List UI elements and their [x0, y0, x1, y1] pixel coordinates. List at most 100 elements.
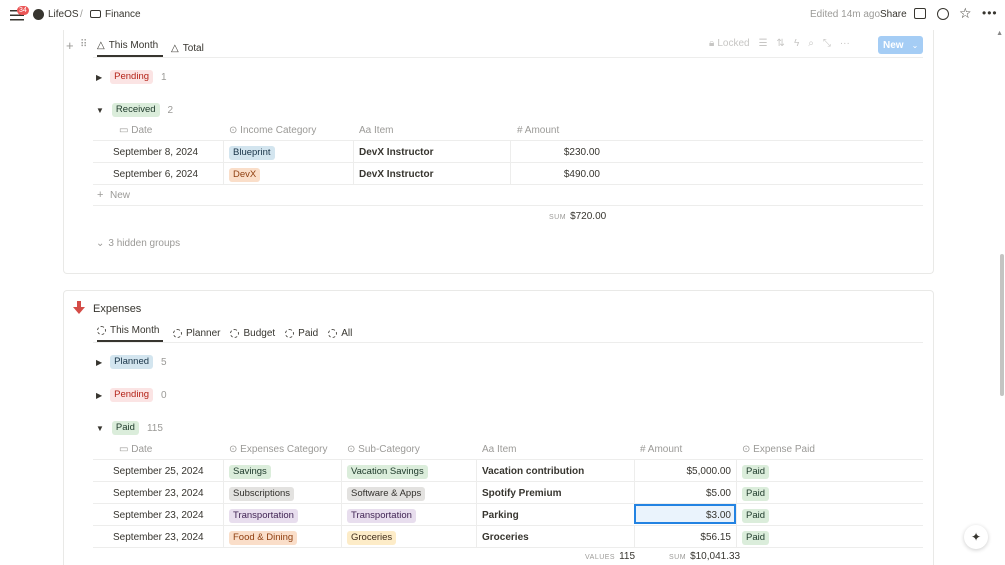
cell-sub-category[interactable]: Transportation — [347, 509, 416, 523]
tab-planner[interactable]: Planner — [173, 325, 220, 342]
filter-icon[interactable]: ☰ — [759, 38, 768, 49]
cell-category[interactable]: Transportation — [229, 509, 298, 523]
table-row[interactable]: September 23, 2024 Food & Dining Groceri… — [93, 526, 923, 548]
ai-sparkle-button[interactable]: ✦ — [964, 525, 988, 549]
cell-amount[interactable]: $490.00 — [510, 169, 600, 180]
cell-amount[interactable]: $5.00 — [634, 488, 731, 499]
drag-handle-icon[interactable]: ⠿ — [80, 39, 87, 50]
values-count[interactable]: VALUES 115 — [585, 551, 635, 562]
cell-item[interactable]: Vacation contribution — [482, 466, 584, 477]
tab-budget[interactable]: Budget — [230, 325, 275, 342]
table-row[interactable]: September 23, 2024 Transportation Transp… — [93, 504, 923, 526]
table-row[interactable]: September 6, 2024 DevX DevX Instructor $… — [93, 163, 923, 185]
group-pending-toggle[interactable]: ▶ Pending 0 — [96, 388, 167, 402]
cell-amount[interactable]: $56.15 — [634, 532, 731, 543]
locked-toggle[interactable]: 🔒︎ Locked — [709, 38, 750, 49]
view-icon — [97, 326, 106, 335]
cell-date[interactable]: September 6, 2024 — [113, 169, 198, 180]
automation-icon[interactable]: ϟ — [794, 38, 799, 49]
table-row[interactable]: September 25, 2024 Savings Vacation Savi… — [93, 460, 923, 482]
comment-icon[interactable] — [914, 8, 926, 19]
expenses-view-tabs: This Month Planner Budget Paid All — [97, 325, 352, 342]
cell-category[interactable]: DevX — [229, 168, 261, 182]
cell-expense-paid[interactable]: Paid — [742, 531, 770, 545]
table-row[interactable]: September 23, 2024 Subscriptions Softwar… — [93, 482, 923, 504]
tab-this-month[interactable]: △ This Month — [97, 40, 163, 57]
cell-item[interactable]: Groceries — [482, 532, 529, 543]
cell-category[interactable]: Subscriptions — [229, 487, 295, 501]
cell-category[interactable]: Blueprint — [229, 146, 275, 160]
col-income-category[interactable]: ⊙ Income Category — [229, 125, 316, 136]
triangle-icon: △ — [171, 43, 179, 54]
hidden-groups-toggle[interactable]: ⌄ 3 hidden groups — [96, 238, 180, 249]
cell-sub-category[interactable]: Software & Apps — [347, 487, 426, 501]
history-icon[interactable] — [937, 8, 949, 20]
cell-amount[interactable]: $5,000.00 — [634, 466, 732, 477]
cell-item[interactable]: Spotify Premium — [482, 488, 561, 499]
income-view-tabs: △ This Month △ Total — [97, 40, 204, 57]
star-icon[interactable]: ☆ — [959, 5, 972, 22]
scrollbar-thumb[interactable] — [1000, 254, 1004, 396]
expenses-table-header: ▭ Date ⊙ Expenses Category ⊙ Sub-Categor… — [93, 439, 923, 460]
cell-category[interactable]: Savings — [229, 465, 271, 479]
number-icon: # — [640, 444, 646, 455]
group-label: Planned — [110, 355, 154, 369]
col-date[interactable]: ▭ Date — [119, 125, 152, 136]
sort-icon[interactable]: ⇅ — [777, 38, 785, 49]
cell-item[interactable]: DevX Instructor — [359, 169, 433, 180]
tab-paid[interactable]: Paid — [285, 325, 318, 342]
caret-right-icon: ▶ — [96, 390, 103, 400]
group-planned-toggle[interactable]: ▶ Planned 5 — [96, 355, 167, 369]
new-button[interactable]: New ⌄ — [878, 36, 923, 54]
view-icon — [285, 329, 295, 338]
new-row-button[interactable]: + New — [93, 185, 923, 206]
cell-item[interactable]: DevX Instructor — [359, 147, 433, 158]
cell-date[interactable]: September 25, 2024 — [113, 466, 204, 477]
col-item[interactable]: Aa Item — [482, 444, 516, 455]
cell-expense-paid[interactable]: Paid — [742, 465, 770, 479]
expand-icon[interactable]: ⤡ — [823, 38, 831, 49]
cell-sub-category[interactable]: Groceries — [347, 531, 397, 545]
col-item[interactable]: Aa Item — [359, 125, 393, 136]
breadcrumb-finance[interactable]: Finance — [105, 9, 141, 20]
cell-expense-paid[interactable]: Paid — [742, 487, 770, 501]
breadcrumb-lifeos[interactable]: LifeOS — [48, 9, 79, 20]
cell-date[interactable]: September 8, 2024 — [113, 147, 198, 158]
col-sub-category[interactable]: ⊙ Sub-Category — [347, 444, 420, 455]
income-sum[interactable]: SUM $720.00 — [549, 211, 606, 222]
tab-this-month[interactable]: This Month — [97, 325, 163, 342]
more-icon[interactable]: ••• — [982, 6, 998, 20]
col-expenses-category[interactable]: ⊙ Expenses Category — [229, 444, 327, 455]
group-count: 5 — [161, 356, 167, 368]
share-button[interactable]: Share — [880, 9, 907, 20]
arrow-down-icon — [73, 301, 85, 317]
col-amount[interactable]: # Amount — [640, 444, 682, 455]
cell-date[interactable]: September 23, 2024 — [113, 532, 204, 543]
col-date[interactable]: ▭ Date — [119, 444, 152, 455]
scroll-up-arrow[interactable]: ▲ — [996, 30, 1003, 37]
cell-sub-category[interactable]: Vacation Savings — [347, 465, 428, 479]
group-label: Paid — [111, 421, 139, 435]
group-received-toggle[interactable]: ▼ Received 2 — [96, 103, 173, 117]
tab-total[interactable]: △ Total — [171, 40, 204, 57]
col-amount[interactable]: # Amount — [517, 125, 559, 136]
cell-expense-paid[interactable]: Paid — [742, 509, 770, 523]
cell-category[interactable]: Food & Dining — [229, 531, 298, 545]
col-expense-paid[interactable]: ⊙ Expense Paid — [742, 444, 815, 455]
tab-divider — [93, 342, 923, 343]
tab-all[interactable]: All — [328, 325, 352, 342]
cell-amount[interactable]: $3.00 — [634, 510, 731, 521]
cell-date[interactable]: September 23, 2024 — [113, 488, 204, 499]
view-icon — [173, 329, 182, 338]
cell-item[interactable]: Parking — [482, 510, 519, 521]
lock-icon: 🔒︎ — [709, 38, 715, 49]
expenses-sum[interactable]: SUM $10,041.33 — [669, 551, 740, 562]
table-row[interactable]: September 8, 2024 Blueprint DevX Instruc… — [93, 141, 923, 163]
more-options-icon[interactable]: ··· — [840, 38, 850, 49]
cell-amount[interactable]: $230.00 — [510, 147, 600, 158]
group-pending-toggle[interactable]: ▶ Pending 1 — [96, 70, 167, 84]
group-paid-toggle[interactable]: ▼ Paid 115 — [96, 421, 163, 435]
cell-date[interactable]: September 23, 2024 — [113, 510, 204, 521]
add-block-icon[interactable]: + — [66, 38, 74, 53]
search-icon[interactable]: ⌕ — [808, 38, 814, 49]
